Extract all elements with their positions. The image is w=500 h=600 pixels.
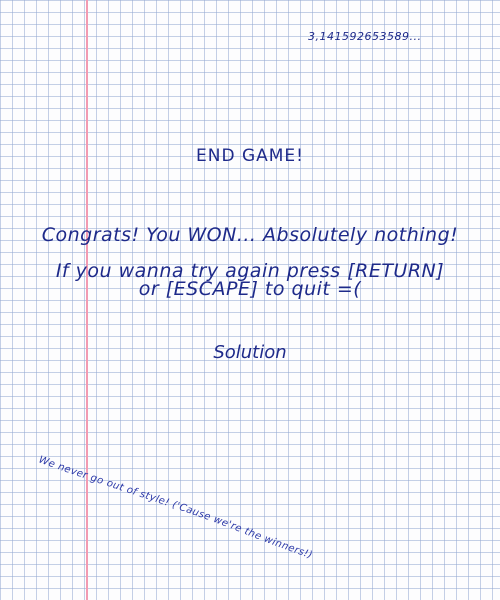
tagline-textpath: We never go out of style! ('Cause we're … <box>37 455 313 562</box>
notebook-margin-line <box>86 0 88 600</box>
tagline-curve: We never go out of style! ('Cause we're … <box>37 455 314 562</box>
win-message: Congrats! You WON... Absolutely nothing! <box>41 224 459 246</box>
solution-button[interactable]: Solution <box>0 342 500 363</box>
tagline-text: We never go out of style! ('Cause we're … <box>37 455 314 562</box>
end-game-title: END GAME! <box>196 146 304 166</box>
pi-digits-text: 3,141592653589... <box>308 30 422 43</box>
instructions: If you wanna try again press [RETURN] or… <box>0 262 500 300</box>
tagline-container: We never go out of style! ('Cause we're … <box>0 0 500 600</box>
instructions-line-2: or [ESCAPE] to quit =( <box>138 278 362 300</box>
solution-label: Solution <box>213 342 287 363</box>
